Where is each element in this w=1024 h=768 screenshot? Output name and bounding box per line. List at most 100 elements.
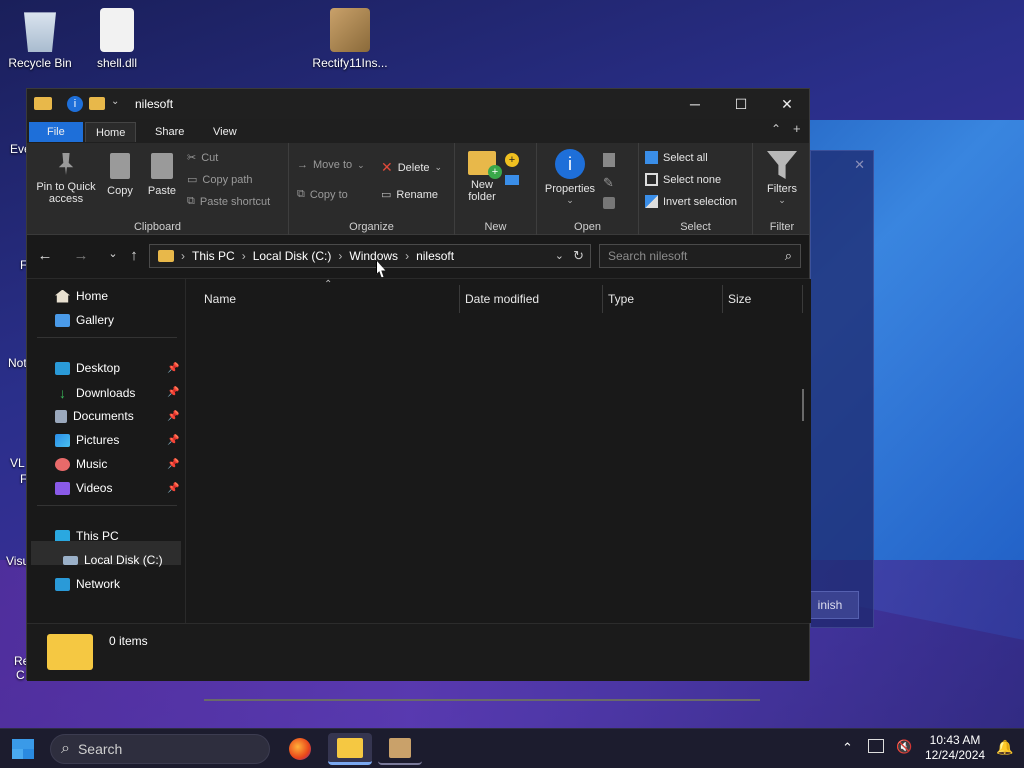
group-label: Filter <box>769 221 795 233</box>
select-all-button[interactable]: Select all <box>645 151 708 164</box>
nav-item-network[interactable]: Network <box>55 577 120 591</box>
copy-path-button[interactable]: ▭ Copy path <box>187 173 253 187</box>
column-divider[interactable] <box>802 285 803 313</box>
forward-arrow-icon[interactable]: → <box>69 247 93 264</box>
taskbar-file-explorer[interactable] <box>328 733 372 765</box>
copy-button[interactable]: Copy <box>101 153 139 197</box>
group-label: Open <box>574 221 601 233</box>
chevron-right-icon: › <box>405 249 410 263</box>
nav-item-downloads[interactable]: ↓ Downloads <box>55 385 135 401</box>
cut-button[interactable]: ✂ Cut <box>187 151 218 165</box>
horizontal-scrollbar[interactable] <box>204 699 760 701</box>
column-header-date-modified[interactable]: Date modified <box>465 287 539 311</box>
delete-button[interactable]: ✕ Delete ⌄ <box>381 159 442 176</box>
up-arrow-icon[interactable]: ↑ <box>122 247 146 264</box>
copy-icon <box>110 153 130 179</box>
pin-icon[interactable]: 📌 <box>167 411 179 422</box>
file-list: ⌃ Name Date modified Type Size <box>185 279 811 701</box>
desktop-icon-recycle-bin[interactable]: Recycle Bin <box>0 8 80 70</box>
breadcrumb-local-disk[interactable]: Local Disk (C:) <box>253 249 332 263</box>
nav-item-local-disk[interactable]: Local Disk (C:) <box>63 553 163 567</box>
close-icon[interactable]: ✕ <box>854 157 865 173</box>
tab-share[interactable]: Share <box>145 122 194 142</box>
group-clipboard: Pin to Quick access Copy Paste ✂ Cut ▭ Cop… <box>27 143 289 235</box>
move-to-button[interactable]: → Move to ⌄ <box>297 159 365 171</box>
network-icon <box>55 577 70 591</box>
help-icon[interactable]: + <box>793 121 801 136</box>
column-divider[interactable] <box>722 285 723 313</box>
clock[interactable]: 10:43 AM 12/24/2024 <box>925 733 985 763</box>
breadcrumb-this-pc[interactable]: This PC <box>192 249 235 263</box>
back-arrow-icon[interactable]: ← <box>33 247 57 264</box>
new-item-icon[interactable]: + <box>505 153 519 167</box>
tab-view[interactable]: View <box>203 122 247 142</box>
start-button[interactable] <box>12 739 34 759</box>
pin-icon[interactable]: 📌 <box>167 363 179 374</box>
maximize-button[interactable]: ☐ <box>718 89 764 119</box>
paste-button[interactable]: Paste <box>143 153 181 197</box>
select-none-button[interactable]: Select none <box>645 173 721 186</box>
taskbar-rectify11[interactable] <box>378 733 422 765</box>
nav-item-home[interactable]: Home <box>55 289 108 303</box>
new-folder-button[interactable]: + New folder <box>459 151 505 203</box>
properties-button[interactable]: i Properties ⌄ <box>541 149 599 206</box>
title-bar[interactable]: i ⌄ nilesoft ─ ☐ ✕ <box>27 89 809 119</box>
nav-item-videos[interactable]: Videos <box>55 481 112 495</box>
taskbar-search-box[interactable]: ⌕ Search <box>50 734 270 764</box>
pin-icon[interactable]: 📌 <box>167 483 179 494</box>
minimize-button[interactable]: ─ <box>672 89 718 119</box>
copy-to-button[interactable]: ⧉ Copy to <box>297 188 348 201</box>
notification-bell-icon[interactable]: 🔔 <box>996 739 1013 756</box>
column-header-name[interactable]: Name <box>204 287 236 311</box>
breadcrumb-nilesoft[interactable]: nilesoft <box>416 249 454 263</box>
desktop-icon-rectify11[interactable]: Rectify11Ins... <box>310 8 390 70</box>
pin-icon[interactable]: 📌 <box>167 435 179 446</box>
breadcrumb-windows[interactable]: Windows <box>349 249 398 263</box>
nav-item-gallery[interactable]: Gallery <box>55 313 114 327</box>
nav-item-pictures[interactable]: Pictures <box>55 433 119 447</box>
new-folder-icon: + <box>468 151 502 179</box>
column-header-type[interactable]: Type <box>608 287 634 311</box>
chevron-down-icon[interactable]: ⌄ <box>555 249 564 262</box>
invert-selection-button[interactable]: Invert selection <box>645 195 737 208</box>
refresh-icon[interactable]: ↻ <box>573 248 584 264</box>
chevron-up-icon[interactable]: ⌃ <box>842 740 853 756</box>
select-all-icon <box>645 151 658 164</box>
tab-file[interactable]: File <box>29 122 83 142</box>
tab-home[interactable]: Home <box>85 122 137 142</box>
properties-qat-icon[interactable]: i <box>67 96 83 112</box>
nav-label: Home <box>76 289 109 303</box>
open-icon[interactable] <box>603 153 615 167</box>
column-divider[interactable] <box>602 285 603 313</box>
nav-item-music[interactable]: Music <box>55 457 107 471</box>
nav-item-documents[interactable]: Documents <box>55 409 134 423</box>
home-icon <box>55 289 70 303</box>
easy-access-icon[interactable] <box>505 175 519 185</box>
nav-label: Gallery <box>76 313 115 327</box>
network-tray-icon[interactable] <box>868 739 884 753</box>
taskbar-firefox[interactable] <box>278 733 322 765</box>
column-header-size[interactable]: Size <box>728 287 751 311</box>
close-button[interactable]: ✕ <box>764 89 810 119</box>
column-divider[interactable] <box>459 285 460 313</box>
nav-item-desktop[interactable]: Desktop <box>55 361 120 375</box>
ribbon-home: Pin to Quick access Copy Paste ✂ Cut ▭ Cop… <box>27 143 809 235</box>
volume-muted-icon[interactable]: 🔇 <box>896 739 912 755</box>
filters-button[interactable]: Filters ⌄ <box>757 151 807 206</box>
search-input[interactable]: Search nilesoft ⌕ <box>599 244 801 268</box>
funnel-icon <box>767 151 797 179</box>
address-bar[interactable]: › This PC › Local Disk (C:) › Windows › … <box>149 244 591 268</box>
paste-shortcut-button[interactable]: ⧉ Paste shortcut <box>187 195 270 208</box>
pin-icon[interactable]: 📌 <box>167 387 179 398</box>
desktop-icon-shell-dll[interactable]: shell.dll <box>77 8 157 70</box>
history-icon[interactable] <box>603 197 615 209</box>
edit-icon[interactable]: ✎ <box>603 175 614 191</box>
pin-icon[interactable]: 📌 <box>167 459 179 470</box>
pin-to-quick-access-button[interactable]: Pin to Quick access <box>31 153 101 205</box>
new-folder-qat-icon[interactable] <box>89 97 105 110</box>
collapse-ribbon-icon[interactable]: ⌃ <box>771 122 781 136</box>
chevron-down-icon[interactable]: ⌄ <box>111 96 119 107</box>
nav-label: Downloads <box>76 386 136 400</box>
rename-button[interactable]: ▭ Rename <box>381 188 438 202</box>
vertical-scrollbar[interactable] <box>802 389 804 421</box>
